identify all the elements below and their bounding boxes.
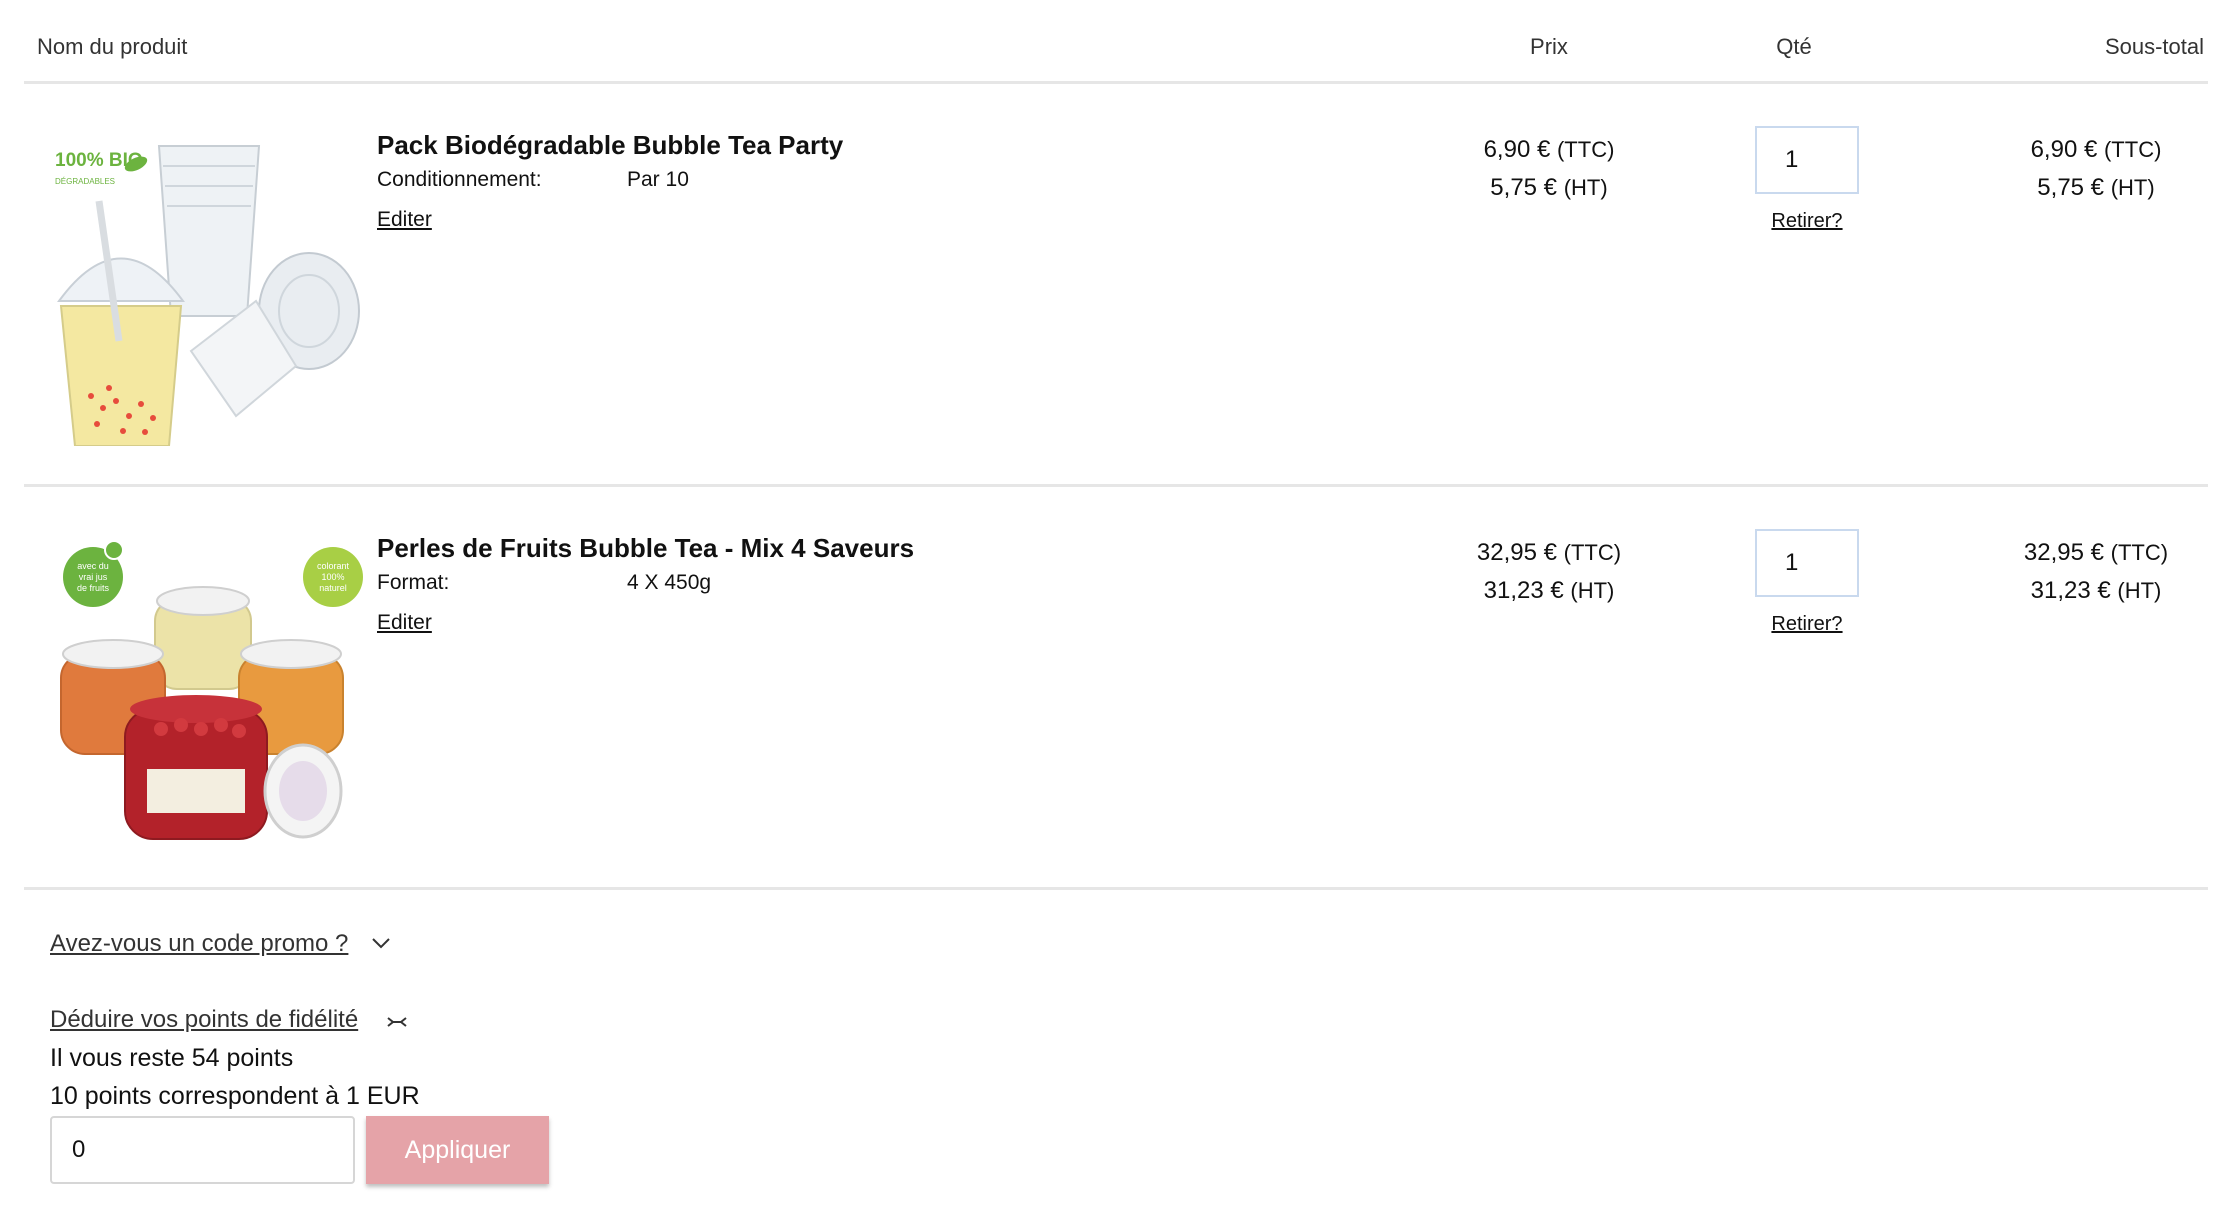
unit-price: 6,90 € (TTC) 5,75 € (HT) — [1483, 136, 1615, 201]
header-qty: Qté — [1776, 34, 1812, 59]
product-option-value: 4 X 450g — [627, 571, 712, 594]
product-option-label: Format: — [377, 571, 450, 594]
remove-link[interactable]: Retirer? — [1746, 613, 1868, 636]
quantity-input[interactable] — [1755, 126, 1859, 194]
remaining-points-text: Il vous reste 54 points — [50, 1044, 294, 1072]
svg-text:avec du: avec du — [77, 561, 109, 571]
product-name[interactable]: Pack Biodégradable Bubble Tea Party — [377, 130, 843, 161]
subtotal-ttc: 32,95 € — [2023, 539, 2104, 566]
svg-text:naturel: naturel — [319, 583, 347, 593]
points-input[interactable] — [50, 1116, 355, 1184]
edit-link[interactable]: Editer — [377, 208, 432, 232]
promo-code-link[interactable]: Avez-vous un code promo ? — [50, 930, 348, 957]
header-subtotal: Sous-total — [2104, 34, 2204, 59]
row-subtotal: 6,90 € (TTC) 5,75 € (HT) — [2030, 136, 2162, 201]
points-ratio-text: 10 points correspondent à 1 EUR — [50, 1082, 420, 1110]
collapse-arrows-icon[interactable] — [386, 1014, 408, 1030]
header-price: Prix — [1530, 34, 1568, 59]
cart-table-header: Nom du produit Prix Qté Sous-total — [24, 0, 2208, 84]
product-option-value: Par 10 — [627, 168, 689, 191]
subtotal-ttc: 6,90 € — [2030, 136, 2098, 163]
svg-text:100%: 100% — [321, 572, 344, 582]
row-subtotal: 32,95 € (TTC) 31,23 € (HT) — [2023, 539, 2169, 604]
product-image[interactable]: avec du vrai jus de fruits colorant 100%… — [41, 529, 371, 849]
promo-code-toggle[interactable]: Avez-vous un code promo ? — [50, 930, 390, 958]
svg-text:colorant: colorant — [317, 561, 350, 571]
cart-row: avec du vrai jus de fruits colorant 100%… — [24, 487, 2208, 890]
cart-row: 100% BIO DÉGRADABLES Pack Biodégradable … — [24, 84, 2208, 487]
svg-text:DÉGRADABLES: DÉGRADABLES — [55, 177, 115, 186]
subtotal-ht: 31,23 € — [2030, 577, 2111, 604]
product-name[interactable]: Perles de Fruits Bubble Tea - Mix 4 Save… — [377, 533, 914, 564]
unit-price: 32,95 € (TTC) 31,23 € (HT) — [1476, 539, 1622, 604]
price-ttc: 32,95 € — [1476, 539, 1557, 566]
price-ht: 5,75 € — [1490, 174, 1558, 201]
header-product-name: Nom du produit — [37, 34, 188, 59]
loyalty-points-link[interactable]: Déduire vos points de fidélité — [50, 1006, 358, 1034]
svg-text:de fruits: de fruits — [77, 583, 110, 593]
svg-text:vrai jus: vrai jus — [79, 572, 108, 582]
chevron-down-icon[interactable] — [370, 936, 392, 950]
edit-link[interactable]: Editer — [377, 611, 432, 635]
quantity-input[interactable] — [1755, 529, 1859, 597]
product-image[interactable]: 100% BIO DÉGRADABLES — [41, 126, 371, 446]
price-ht: 31,23 € — [1483, 577, 1564, 604]
apply-points-button[interactable]: Appliquer — [366, 1116, 549, 1184]
cart-table: Nom du produit Prix Qté Sous-total 100% … — [24, 0, 2208, 890]
subtotal-ht: 5,75 € — [2037, 174, 2105, 201]
product-option-label: Conditionnement: — [377, 168, 542, 191]
remove-link[interactable]: Retirer? — [1746, 210, 1868, 233]
price-ttc: 6,90 € — [1483, 136, 1551, 163]
